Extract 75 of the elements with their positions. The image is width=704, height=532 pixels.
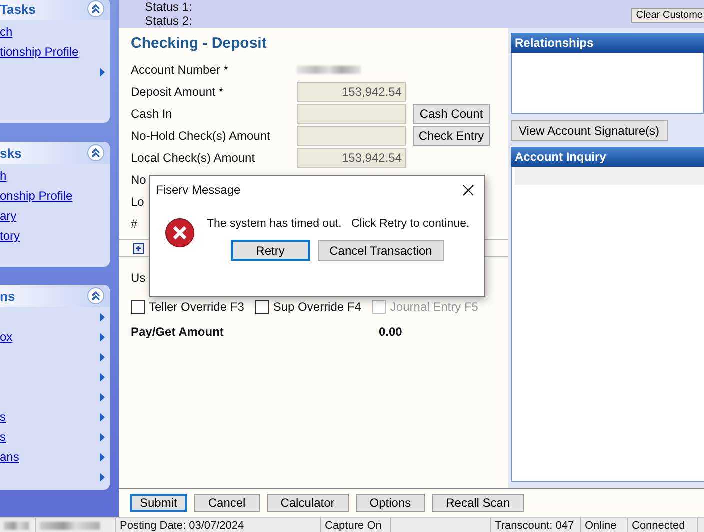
field-label: Lo [131, 195, 144, 209]
field-label: No-Hold Check(s) Amount [131, 129, 272, 143]
panel-title: ns [0, 288, 16, 304]
checkbox-label: Teller Override F3 [149, 300, 244, 314]
checkbox[interactable] [255, 300, 270, 314]
task-link[interactable]: onship Profile [0, 189, 73, 203]
amount-field[interactable]: 153,942.54 [297, 148, 406, 168]
dialog-button[interactable]: Retry [231, 240, 310, 261]
field-label: No [131, 173, 146, 187]
submenu-arrow-icon[interactable] [100, 392, 105, 402]
section-header: Account Inquiry [511, 147, 704, 167]
field-label: Local Check(s) Amount [131, 151, 256, 165]
panel-title: sks [0, 146, 22, 160]
status-text: Posting Date: 03/07/2024 [120, 520, 244, 532]
blurred-value [4, 522, 29, 530]
dialog-message: The system has timed out. Click Retry to continue. [207, 218, 470, 230]
dialog-button[interactable]: Cancel Transaction [318, 240, 444, 261]
action-button[interactable]: Calculator [266, 494, 349, 512]
submenu-arrow-icon[interactable] [100, 472, 105, 482]
action-button[interactable]: Options [356, 494, 426, 512]
view-signature-button[interactable]: View Account Signature(s) [511, 120, 668, 141]
status-label: Status 2: [145, 14, 192, 28]
form-title: Checking - Deposit [131, 34, 268, 54]
action-button[interactable]: Submit [130, 494, 188, 512]
task-link[interactable]: ch [0, 25, 13, 39]
action-button[interactable]: Cancel [194, 494, 260, 512]
submenu-arrow-icon[interactable] [100, 432, 105, 442]
submenu-arrow-icon[interactable] [100, 372, 105, 382]
submenu-arrow-icon[interactable] [100, 312, 105, 322]
total-value: 0.00 [379, 325, 402, 339]
checkbox-label: Sup Override F4 [273, 300, 362, 314]
field-label: Deposit Amount * [131, 85, 225, 99]
side-button[interactable]: Check Entry [413, 126, 490, 146]
submenu-arrow-icon[interactable] [100, 68, 105, 76]
blurred-value [40, 522, 100, 530]
task-link[interactable]: s [0, 430, 6, 444]
submenu-arrow-icon[interactable] [100, 352, 105, 362]
panel-title: Tasks [0, 2, 36, 16]
checkbox-label: Journal Entry F5 [390, 300, 478, 314]
field-label: Cash In [131, 107, 174, 121]
task-link[interactable]: tory [0, 229, 20, 243]
total-label: Pay/Get Amount [131, 325, 225, 339]
amount-field[interactable]: 153,942.54 [297, 82, 406, 102]
error-icon [165, 218, 195, 248]
task-link[interactable]: ans [0, 450, 20, 464]
task-link[interactable]: ary [0, 209, 17, 223]
status-text: Capture On [325, 520, 382, 532]
status-text: Connected [632, 520, 686, 532]
blurred-value [297, 66, 361, 74]
field-label: Account Number * [131, 63, 230, 77]
close-icon[interactable] [463, 184, 474, 196]
status-text: Transcount: 047 [495, 520, 574, 532]
submenu-arrow-icon[interactable] [100, 332, 105, 342]
task-link[interactable]: tionship Profile [0, 45, 79, 59]
task-link[interactable]: s [0, 410, 6, 424]
collapse-icon[interactable] [87, 287, 105, 305]
section-header: Relationships [511, 33, 704, 53]
amount-field[interactable] [297, 126, 406, 146]
field-label: Us [131, 271, 146, 285]
submenu-arrow-icon[interactable] [100, 452, 105, 462]
checkbox[interactable] [131, 300, 145, 314]
submenu-arrow-icon[interactable] [100, 412, 105, 422]
status-text: Online [585, 520, 617, 532]
amount-field[interactable] [297, 104, 406, 124]
status-label: Status 1: [145, 0, 192, 14]
expand-icon[interactable] [133, 242, 144, 254]
task-link[interactable]: h [0, 169, 7, 183]
collapse-icon[interactable] [87, 0, 105, 18]
field-label: # [131, 217, 138, 231]
collapse-icon[interactable] [87, 144, 105, 162]
dialog-title: Fiserv Message [156, 183, 241, 197]
clear-customer-button[interactable]: Clear Custome [631, 8, 704, 23]
action-button[interactable]: Recall Scan [432, 494, 524, 512]
task-link[interactable]: ox [0, 330, 13, 344]
side-button[interactable]: Cash Count [413, 104, 490, 124]
